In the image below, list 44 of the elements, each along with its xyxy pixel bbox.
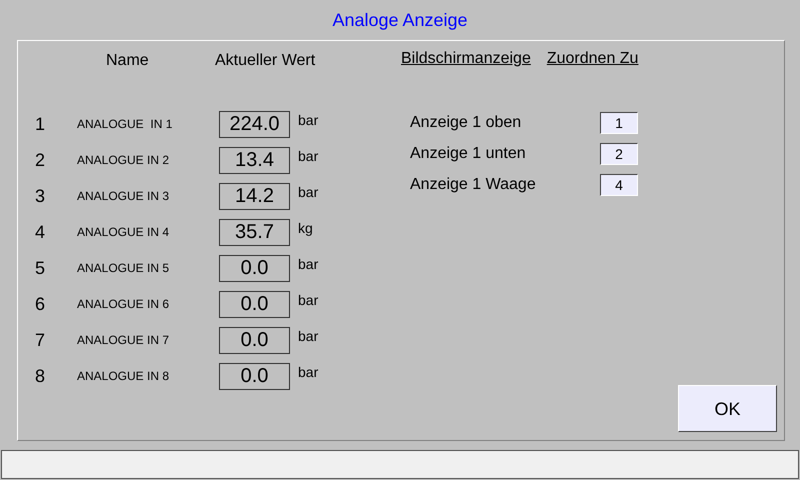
assignment-field[interactable]: 2: [600, 142, 638, 164]
row-number: 4: [35, 221, 46, 244]
unit-label: bar: [298, 363, 318, 382]
display-label: Anzeige 1 oben: [410, 112, 522, 132]
column-header: Name: [106, 51, 150, 71]
value-display: 224.0: [219, 110, 290, 138]
row-number: 1: [35, 113, 46, 136]
row-number: 8: [35, 365, 46, 388]
ok-button[interactable]: OK: [678, 385, 777, 432]
value-display: 0.0: [219, 362, 290, 390]
input-name: ANALOGUE IN 6: [77, 296, 170, 312]
unit-label: bar: [298, 255, 318, 274]
unit-label: bar: [298, 111, 318, 130]
value-display: 0.0: [219, 290, 290, 318]
row-number: 6: [35, 293, 46, 316]
input-name: ANALOGUE IN 7: [77, 332, 170, 348]
unit-label: bar: [298, 147, 318, 166]
display-label: Anzeige 1 unten: [410, 144, 527, 164]
assignment-field[interactable]: 4: [600, 174, 638, 196]
value-display: 0.0: [219, 326, 290, 354]
value-display: 35.7: [219, 218, 290, 246]
unit-label: bar: [298, 183, 318, 202]
column-header: Zuordnen Zu: [546, 49, 638, 69]
input-name: ANALOGUE IN 1: [77, 116, 174, 132]
row-number: 2: [35, 149, 46, 172]
value-display: 14.2: [219, 182, 290, 210]
column-header: Aktueller Wert: [215, 51, 316, 71]
window-title: Analoge Anzeige: [332, 9, 468, 32]
unit-label: bar: [298, 327, 318, 346]
assignment-field[interactable]: 1: [600, 112, 638, 134]
input-name: ANALOGUE IN 3: [77, 188, 170, 204]
input-name: ANALOGUE IN 2: [77, 152, 170, 168]
display-label: Anzeige 1 Waage: [410, 174, 537, 194]
input-name: ANALOGUE IN 8: [77, 368, 170, 384]
unit-label: bar: [298, 291, 318, 310]
row-number: 5: [35, 257, 46, 280]
unit-label: kg: [298, 219, 313, 238]
row-number: 3: [35, 185, 46, 208]
value-display: 13.4: [219, 146, 290, 174]
row-number: 7: [35, 329, 46, 352]
column-header: Bildschirmanzeige: [401, 49, 531, 69]
value-display: 0.0: [219, 254, 290, 282]
input-name: ANALOGUE IN 4: [77, 224, 170, 240]
input-name: ANALOGUE IN 5: [77, 260, 170, 276]
